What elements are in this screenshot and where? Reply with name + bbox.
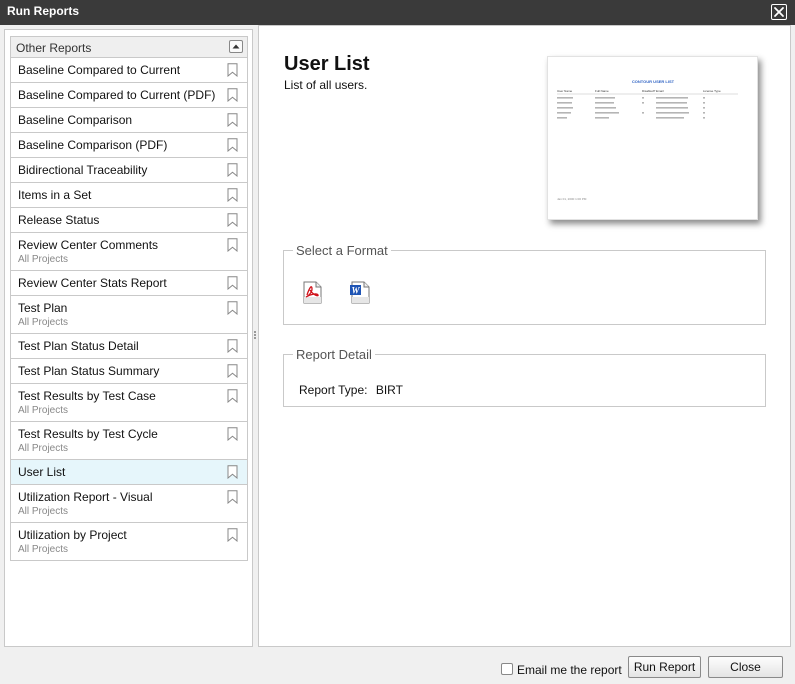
report-list-item[interactable]: Baseline Comparison [11, 108, 247, 133]
report-list-item[interactable]: Test Plan Status Summary [11, 359, 247, 384]
report-list-item[interactable]: User List [11, 460, 247, 485]
report-list-item[interactable]: Items in a Set [11, 183, 247, 208]
report-scope: All Projects [18, 317, 69, 328]
report-preview-thumbnail: CONTOUR USER LIST User Name Full Name Di… [547, 56, 758, 220]
collapse-group-button[interactable] [229, 40, 243, 53]
preview-col-1: User Name [557, 89, 573, 93]
bookmark-icon[interactable] [227, 339, 238, 353]
preview-col-4: Email [656, 89, 664, 93]
report-name: Bidirectional Traceability [18, 163, 148, 177]
report-name: Review Center Stats Report [18, 276, 167, 290]
window-title: Run Reports [7, 4, 79, 18]
close-window-button[interactable] [771, 4, 787, 20]
report-title: User List [284, 53, 370, 75]
report-list-item[interactable]: Baseline Compared to Current (PDF) [11, 83, 247, 108]
report-description: List of all users. [284, 78, 368, 92]
bookmark-icon[interactable] [227, 163, 238, 177]
report-list: Other Reports Baseline Compared to Curre… [10, 36, 248, 561]
report-scope: All Projects [18, 544, 69, 555]
report-name: Review Center Comments [18, 238, 159, 252]
report-list-item[interactable]: Review Center Stats Report [11, 271, 247, 296]
report-preview-image: CONTOUR USER LIST User Name Full Name Di… [557, 79, 738, 201]
report-list-item[interactable]: Test Results by Test Cycle All Projects [11, 422, 247, 460]
bookmark-icon[interactable] [227, 490, 238, 504]
report-scope: All Projects [18, 405, 69, 416]
bookmark-icon[interactable] [227, 238, 238, 252]
report-list-item[interactable]: Utilization Report - Visual All Projects [11, 485, 247, 523]
email-report-label[interactable]: Email me the report [517, 663, 622, 677]
report-scope: All Projects [18, 506, 69, 517]
report-group-header[interactable]: Other Reports [11, 37, 247, 58]
report-list-item[interactable]: Test Plan All Projects [11, 296, 247, 334]
report-list-item[interactable]: Baseline Comparison (PDF) [11, 133, 247, 158]
report-name: Baseline Compared to Current (PDF) [18, 88, 216, 102]
bookmark-icon[interactable] [227, 301, 238, 315]
bookmark-icon[interactable] [227, 88, 238, 102]
bookmark-icon[interactable] [227, 113, 238, 127]
bookmark-icon[interactable] [227, 364, 238, 378]
bookmark-icon[interactable] [227, 528, 238, 542]
report-type-value: BIRT [375, 383, 403, 397]
report-name: User List [18, 465, 66, 479]
bookmark-icon[interactable] [227, 188, 238, 202]
reports-panel: Other Reports Baseline Compared to Curre… [4, 29, 253, 647]
close-button[interactable]: Close [708, 656, 783, 678]
chevron-up-icon [232, 44, 240, 49]
word-format-button[interactable]: W [349, 281, 371, 305]
preview-col-5: License Type [703, 89, 721, 93]
run-report-button[interactable]: Run Report [628, 656, 701, 678]
window-titlebar: Run Reports [0, 0, 795, 25]
report-name: Baseline Comparison (PDF) [18, 138, 168, 152]
report-type-label: Report Type: [299, 383, 368, 397]
report-name: Test Results by Test Case [18, 389, 156, 403]
report-scope: All Projects [18, 254, 69, 265]
report-name: Release Status [18, 213, 100, 227]
preview-heading: CONTOUR USER LIST [632, 79, 675, 84]
report-list-item[interactable]: Baseline Compared to Current [11, 58, 247, 83]
bookmark-icon[interactable] [227, 213, 238, 227]
report-name: Baseline Comparison [18, 113, 133, 127]
close-icon [774, 7, 784, 17]
pdf-icon [303, 281, 322, 304]
report-name: Utilization Report - Visual [18, 490, 153, 504]
email-report-checkbox[interactable] [501, 663, 513, 675]
report-name: Test Results by Test Cycle [18, 427, 158, 441]
preview-col-3: Disabled? [642, 89, 656, 93]
bookmark-icon[interactable] [227, 138, 238, 152]
report-type-row: Report Type: BIRT [299, 383, 403, 397]
bookmark-icon[interactable] [227, 427, 238, 441]
report-list-item[interactable]: Release Status [11, 208, 247, 233]
report-list-item[interactable]: Test Plan Status Detail [11, 334, 247, 359]
select-format-group: Select a Format W [283, 243, 766, 325]
bookmark-icon[interactable] [227, 276, 238, 290]
svg-text:W: W [351, 285, 360, 295]
bookmark-icon[interactable] [227, 465, 238, 479]
bookmark-icon[interactable] [227, 389, 238, 403]
report-name: Items in a Set [18, 188, 92, 202]
report-list-item[interactable]: Utilization by Project All Projects [11, 523, 247, 561]
pdf-format-button[interactable] [302, 281, 324, 305]
report-name: Baseline Compared to Current [18, 63, 181, 77]
word-icon: W [350, 281, 370, 304]
select-format-legend: Select a Format [296, 243, 388, 258]
bookmark-icon[interactable] [227, 63, 238, 77]
preview-rows [557, 97, 705, 119]
report-name: Test Plan Status Summary [18, 364, 160, 378]
report-name: Test Plan [18, 301, 68, 315]
report-list-item[interactable]: Bidirectional Traceability [11, 158, 247, 183]
report-scope: All Projects [18, 443, 69, 454]
report-detail-legend: Report Detail [296, 347, 372, 362]
preview-col-2: Full Name [595, 89, 609, 93]
preview-footer: Jan 01, 2000 1:00 PM [557, 197, 587, 201]
report-group-label: Other Reports [16, 41, 92, 55]
report-name: Utilization by Project [18, 528, 127, 542]
report-name: Test Plan Status Detail [18, 339, 139, 353]
report-list-item[interactable]: Test Results by Test Case All Projects [11, 384, 247, 422]
panel-resize-handle[interactable] [253, 330, 257, 342]
report-list-item[interactable]: Review Center Comments All Projects [11, 233, 247, 271]
report-detail-panel: User List List of all users. CONTOUR USE… [258, 25, 791, 647]
report-detail-group: Report Detail Report Type: BIRT [283, 347, 766, 407]
